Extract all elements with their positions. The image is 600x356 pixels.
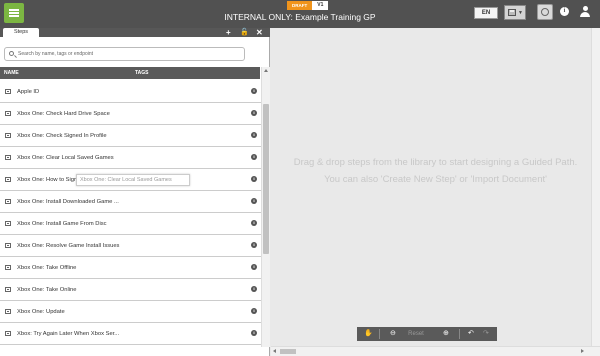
draft-badge: DRAFT xyxy=(287,1,313,10)
column-tags[interactable]: TAGS xyxy=(135,67,149,79)
info-icon[interactable]: i xyxy=(251,154,257,160)
empty-message-line-1: Drag & drop steps from the library to st… xyxy=(293,157,578,168)
canvas-vertical-scrollbar[interactable] xyxy=(591,28,600,346)
step-image-icon xyxy=(5,89,11,94)
step-image-icon xyxy=(5,155,11,160)
info-icon[interactable]: i xyxy=(251,220,257,226)
step-label: Xbox One: Take Online xyxy=(17,287,77,293)
list-item[interactable]: Xbox: Try Again Later When Xbox Ser... i xyxy=(0,323,261,345)
info-icon[interactable]: i xyxy=(251,330,257,336)
step-library-panel: Steps + 🔓 ✕ NAME TAGS Apple ID i Xbox One… xyxy=(0,28,270,356)
info-icon[interactable]: i xyxy=(251,88,257,94)
status-badges: DRAFT V1 xyxy=(287,1,329,10)
step-tooltip: Xbox One: Clear Local Saved Games xyxy=(76,174,190,186)
search-icon xyxy=(9,51,14,56)
step-label: Xbox One: Install Downloaded Game ... xyxy=(17,199,119,205)
list-item[interactable]: Xbox One: Update i xyxy=(0,301,261,323)
list-item[interactable]: Xbox One: Install Game From Disc i xyxy=(0,213,261,235)
step-image-icon xyxy=(5,199,11,204)
info-icon[interactable]: i xyxy=(251,286,257,292)
unlock-icon[interactable]: 🔓 xyxy=(240,28,249,37)
step-image-icon xyxy=(5,221,11,226)
add-icon[interactable]: + xyxy=(226,28,231,37)
info-icon[interactable]: i xyxy=(251,176,257,182)
zoom-toolbar: ✋ ⊖ Reset ⊕ ↶ ↷ xyxy=(357,327,497,341)
version-badge: V1 xyxy=(312,1,329,10)
list-item[interactable]: Xbox One: Take Online i xyxy=(0,279,261,301)
help-button[interactable] xyxy=(537,4,553,20)
step-image-icon xyxy=(5,177,11,182)
menu-icon[interactable] xyxy=(4,3,24,23)
step-label: Xbox One: Clear Local Saved Games xyxy=(17,155,114,161)
search-box xyxy=(4,47,245,61)
zoom-out-icon[interactable]: ⊖ xyxy=(390,327,396,341)
redo-icon[interactable]: ↷ xyxy=(483,327,489,341)
list-item[interactable]: Apple ID i xyxy=(0,81,261,103)
scrollbar-thumb[interactable] xyxy=(263,104,269,254)
scroll-up-icon[interactable] xyxy=(264,69,268,72)
step-image-icon xyxy=(5,287,11,292)
zoom-in-icon[interactable]: ⊕ xyxy=(443,327,449,341)
hand-icon[interactable]: ✋ xyxy=(364,327,373,341)
step-label: Xbox: Try Again Later When Xbox Ser... xyxy=(17,331,120,337)
zoom-reset-button[interactable]: Reset xyxy=(403,327,429,341)
undo-icon[interactable]: ↶ xyxy=(468,327,474,341)
info-icon[interactable]: i xyxy=(251,308,257,314)
step-image-icon xyxy=(5,133,11,138)
scroll-left-icon[interactable] xyxy=(273,349,276,353)
chevron-down-icon: ▼ xyxy=(518,10,523,16)
list-item[interactable]: Xbox One: Install Downloaded Game ... i xyxy=(0,191,261,213)
list-item[interactable]: Xbox One: Resolve Game Install Issues i xyxy=(0,235,261,257)
step-label: Xbox One: Install Game From Disc xyxy=(17,221,107,227)
column-name[interactable]: NAME xyxy=(4,67,19,79)
help-icon xyxy=(541,8,549,16)
step-image-icon xyxy=(5,331,11,336)
save-dropdown-button[interactable]: ▼ xyxy=(504,5,526,20)
design-canvas[interactable]: Drag & drop steps from the library to st… xyxy=(271,28,600,356)
step-label: Apple ID xyxy=(17,89,40,95)
step-image-icon xyxy=(5,111,11,116)
info-icon[interactable]: i xyxy=(251,198,257,204)
info-icon[interactable]: i xyxy=(251,110,257,116)
page-title: INTERNAL ONLY: Example Training GP xyxy=(224,12,376,22)
column-header: NAME TAGS xyxy=(0,67,260,79)
step-image-icon xyxy=(5,265,11,270)
step-image-icon xyxy=(5,243,11,248)
step-label: Xbox One: Check Signed In Profile xyxy=(17,133,107,139)
step-label: Xbox One: Update xyxy=(17,309,65,315)
step-label: Xbox One: Check Hard Drive Space xyxy=(17,111,110,117)
library-scrollbar[interactable] xyxy=(261,67,270,347)
user-icon[interactable] xyxy=(580,6,590,17)
scroll-right-icon[interactable] xyxy=(581,349,584,353)
empty-canvas-message: Drag & drop steps from the library to st… xyxy=(271,154,600,188)
scrollbar-thumb[interactable] xyxy=(280,349,296,354)
info-icon[interactable]: i xyxy=(560,7,569,16)
top-bar: DRAFT V1 INTERNAL ONLY: Example Training… xyxy=(0,0,600,28)
save-icon xyxy=(508,9,516,16)
empty-message-line-2: You can also 'Create New Step' or 'Impor… xyxy=(324,174,547,185)
info-icon[interactable]: i xyxy=(251,264,257,270)
canvas-horizontal-scrollbar[interactable] xyxy=(271,346,600,356)
info-icon[interactable]: i xyxy=(251,132,257,138)
list-item[interactable]: Xbox One: Check Hard Drive Space i xyxy=(0,103,261,125)
search-input[interactable] xyxy=(18,49,243,59)
language-button[interactable]: EN xyxy=(474,7,498,19)
step-list: Apple ID i Xbox One: Check Hard Drive Spa… xyxy=(0,81,261,351)
list-item[interactable]: Xbox One: Take Offline i xyxy=(0,257,261,279)
tab-steps[interactable]: Steps xyxy=(3,28,39,37)
step-label: Xbox One: Take Offline xyxy=(17,265,77,271)
info-icon[interactable]: i xyxy=(251,242,257,248)
list-item[interactable]: Xbox One: Check Signed In Profile i xyxy=(0,125,261,147)
step-label: Xbox One: Resolve Game Install Issues xyxy=(17,243,120,249)
library-tabstrip: Steps + 🔓 ✕ xyxy=(0,28,270,37)
step-image-icon xyxy=(5,309,11,314)
list-item[interactable]: Xbox One: Clear Local Saved Games i xyxy=(0,147,261,169)
close-icon[interactable]: ✕ xyxy=(256,28,263,37)
